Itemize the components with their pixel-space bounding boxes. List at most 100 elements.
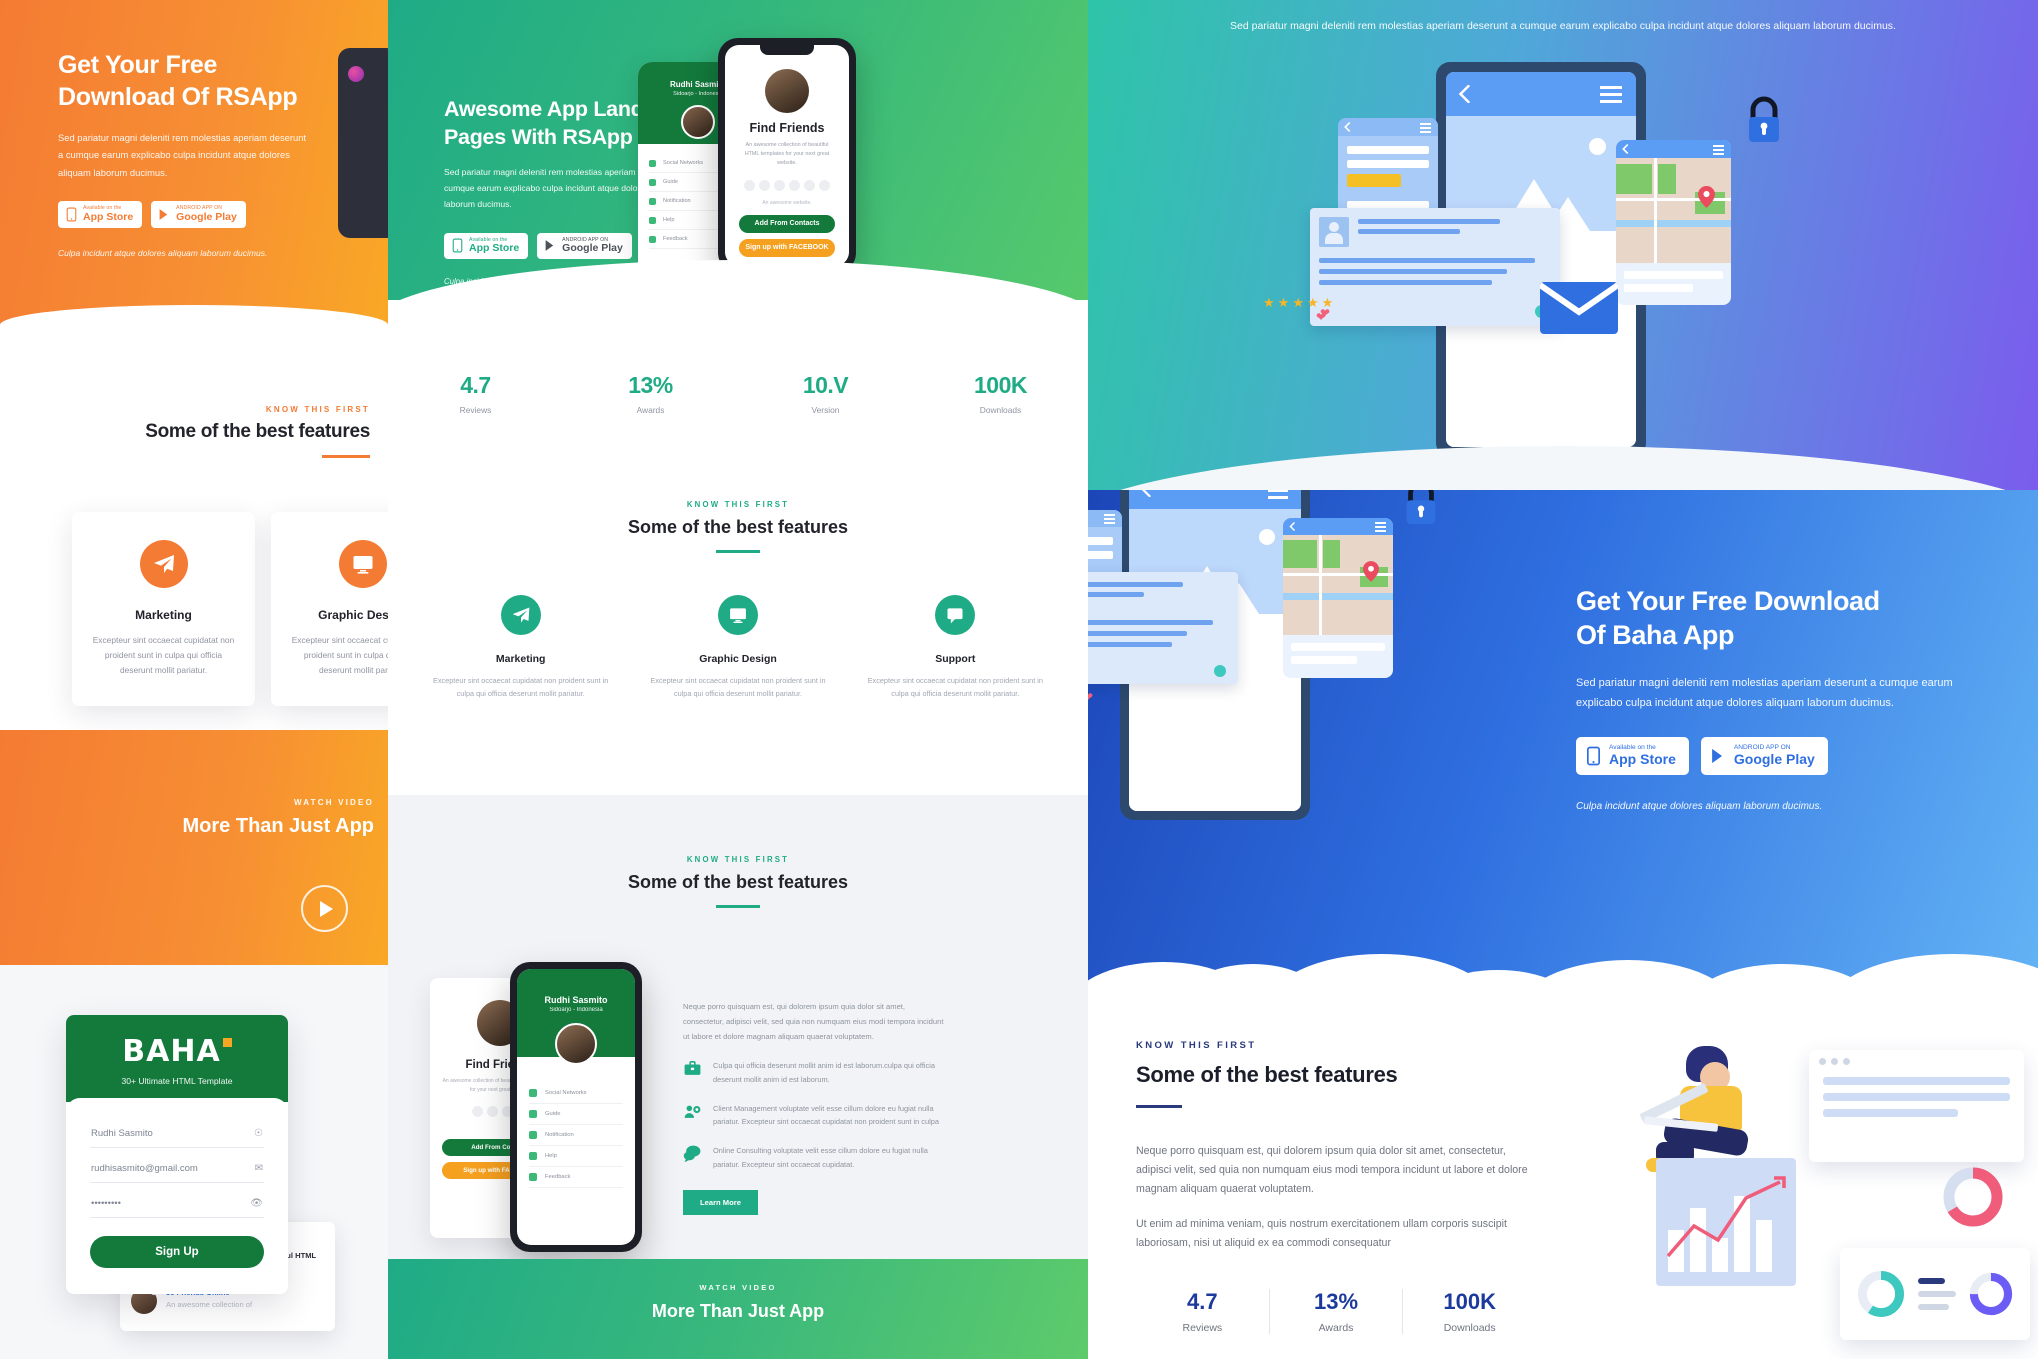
notification-icon [649,197,656,205]
feature-card[interactable]: Marketing Excepteur sint occaecat cupida… [72,512,255,707]
menu-item-label: Guide [663,179,678,185]
star-icon: ★ [1306,295,1319,310]
paper-plane-icon [139,540,188,588]
right-features-rule [1136,1105,1182,1108]
password-field[interactable]: ••••••••• 👁 [90,1190,264,1218]
feedback-icon [529,1173,537,1181]
middle-features-kicker: KNOW THIS FIRST [686,500,790,509]
signup-card-header: BAHA 30+ Ultimate HTML Template [66,1015,288,1102]
menu-item[interactable]: Social Networks [529,1083,623,1104]
menu-item[interactable]: Notification [529,1125,623,1146]
right-features-kicker: KNOW THIS FIRST [1136,1040,1257,1051]
feature-item: Support Excepteur sint occaecat cupidata… [847,594,1064,701]
right-hero-paragraph: Sed pariatur magni deleniti rem molestia… [1576,676,1953,709]
appstore-large-label: App Store [469,242,520,255]
googleplay-badge[interactable]: ANDROID APP ON Google Play [537,232,632,260]
googleplay-badge[interactable]: ANDROID APP ON Google Play [1700,737,1828,775]
menu-item[interactable]: Feedback [529,1167,623,1188]
stat-label: Awards [636,405,665,415]
left-watch-video-section: WATCH VIDEO More Than Just App [0,730,388,965]
middle-features2-content: Neque porro quisquam est, qui dolorem ip… [683,1000,948,1215]
appstore-small-label: Available on the [1609,744,1656,752]
appstore-badge[interactable]: Available on the App Store [1576,737,1689,775]
menu-item-label: Feedback [663,236,688,242]
profile-screen: Rudhi Sasmito Sidoarjo - Indonesia Socia… [517,969,635,1245]
feedback-icon [649,235,656,243]
friend-placeholders [739,179,835,191]
googleplay-small-label: ANDROID APP ON [1733,744,1791,752]
feature-item: Graphic Design Excepteur sint occaecat c… [629,594,846,701]
middle-features-rule [716,550,760,553]
iphone-icon [66,207,77,222]
middle-features-heading: Some of the best features [627,517,849,537]
feature-list-item: Culpa qui officia deserunt mollit anim i… [683,1059,948,1086]
chevron-left-icon [1141,490,1151,497]
user-icon: ☉ [254,1128,263,1139]
envelope-icon: ✉ [254,1163,263,1174]
left-video-kicker: WATCH VIDEO [293,798,374,807]
right-top-title-clipped [1088,0,2038,6]
right-top-wave [1088,446,2038,490]
stat-value: 4.7 [460,372,491,398]
stat-label: Reviews [1182,1322,1223,1335]
chat-bubbles-icon [683,1145,701,1163]
social-networks-icon [529,1089,537,1097]
map-graphic [1283,535,1393,635]
googleplay-large-label: Google Play [176,210,237,223]
list-item-text: An awesome collection of [166,1300,253,1310]
name-field[interactable]: Rudhi Sasmito ☉ [90,1120,264,1148]
left-hero-paragraph: Sed pariatur magni deleniti rem molestia… [58,132,307,178]
right-hero-copy: Get Your Free Download Of Baha App Sed p… [1576,585,1976,812]
friend-placeholder [759,179,770,191]
menu-item[interactable]: Help [529,1146,623,1167]
menu-item[interactable]: Guide [529,1104,623,1125]
illustration2-map-phone [1283,518,1393,678]
email-field[interactable]: rudhisasmito@gmail.com ✉ [90,1155,264,1183]
avatar [681,105,715,139]
hamburger-icon [1600,86,1622,103]
signup-facebook-button[interactable]: Sign up with FACEBOOK [739,238,835,257]
feature-card-desc: Excepteur sint occaecat cupidatat non pr… [92,635,235,676]
right-features-heading: Some of the best features [1136,1062,1398,1087]
monitor-icon [717,594,758,635]
feature-desc: Excepteur sint occaecat cupidatat non pr… [650,675,826,698]
menu-item-label: Social Networks [545,1090,587,1096]
eye-icon[interactable]: 👁 [250,1198,263,1209]
signup-button[interactable]: Sign Up [90,1236,264,1268]
right-features-section: KNOW THIS FIRST Some of the best feature… [1136,1040,1536,1335]
donut-chart-icon [1943,1167,2003,1227]
friend-placeholder [774,179,785,191]
stat-value: 10.V [802,372,849,398]
envelope-icon [1540,282,1618,334]
right-features-paragraph2: Ut enim ad minima veniam, quis nostrum e… [1136,1218,1507,1250]
left-hero-store-badges: Available on the App Store ANDROID APP O… [58,201,358,228]
phone-notch [760,45,814,55]
feature-card[interactable]: Graphic Design Excepteur sint occaecat c… [271,512,388,707]
guide-icon [529,1110,537,1118]
left-column: Get Your Free Download Of RSApp Sed pari… [0,0,388,1359]
stat-label: Downloads [979,405,1022,415]
social-networks-icon [649,159,656,167]
play-button[interactable] [301,885,348,932]
googleplay-badge[interactable]: ANDROID APP ON Google Play [151,201,246,228]
briefcase-icon [684,1061,701,1076]
appstore-badge[interactable]: Available on the App Store [58,201,143,228]
stat-label: Awards [1318,1322,1354,1335]
add-from-contacts-button[interactable]: Add From Contacts [739,214,835,233]
illustration-app-bar [1616,140,1731,158]
left-video-heading: More Than Just App [182,815,374,837]
star-rating: ★ ★ ★ ★ ★ [1263,295,1333,311]
menu-item-label: Feedback [545,1174,571,1180]
chevron-left-icon [1458,85,1470,103]
appstore-badge[interactable]: Available on the App Store [444,232,529,260]
right-top-paragraph: Sed pariatur magni deleniti rem molestia… [1230,20,1896,32]
illustration-app-bar [1338,118,1438,136]
friend-placeholder [744,179,755,191]
middle-bottom-heading: More Than Just App [651,1301,825,1321]
find-friends-small: An awesome website. [762,199,812,206]
illustration2-comment-card: ❤ [1088,572,1238,684]
learn-more-button[interactable]: Learn More [683,1189,758,1215]
signup-form: Rudhi Sasmito ☉ rudhisasmito@gmail.com ✉… [66,1098,288,1294]
illustration2-map-bar [1283,518,1393,535]
friend-placeholder [819,179,830,191]
